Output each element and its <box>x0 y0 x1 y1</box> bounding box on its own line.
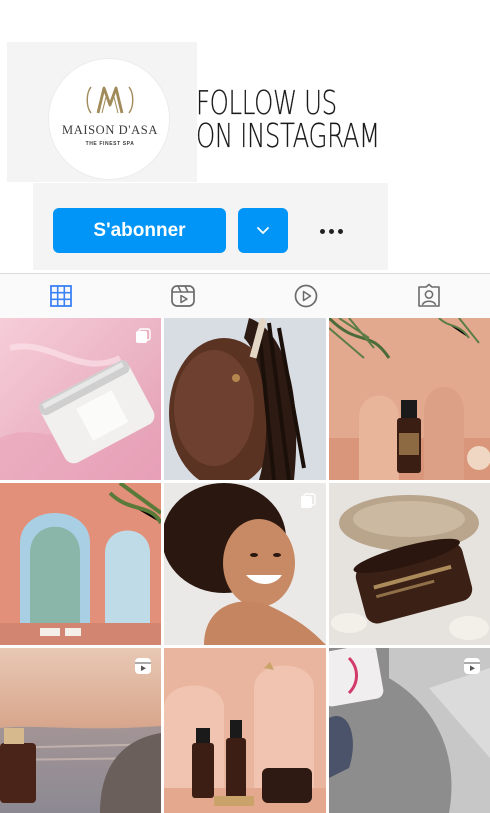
brand-tagline: THE FINEST SPA <box>85 141 135 147</box>
cream-jar-shells-photo <box>329 483 490 645</box>
more-options-dot <box>337 228 343 234</box>
tab-reels[interactable] <box>122 274 244 318</box>
brand-monogram-icon <box>49 85 171 115</box>
post-thumbnail[interactable] <box>329 318 490 480</box>
headline-line-2: ON INSTAGRAM <box>196 116 380 155</box>
suggestions-dropdown-button[interactable] <box>238 208 288 253</box>
profile-avatar[interactable]: MAISON D'ASA THE FINEST SPA <box>48 58 170 180</box>
headline: FOLLOW US ON INSTAGRAM <box>196 86 380 152</box>
follow-button[interactable]: S'abonner <box>53 208 226 253</box>
brand-name: MAISON D'ASA <box>62 123 158 137</box>
profile-tabs <box>0 273 490 319</box>
multi-post-icon <box>133 326 153 346</box>
headline-line-1: FOLLOW US <box>196 83 337 122</box>
grid-icon <box>50 285 72 307</box>
tagged-user-icon <box>418 283 440 307</box>
post-thumbnail[interactable] <box>329 648 490 813</box>
product-line-photo <box>164 648 326 813</box>
post-thumbnail[interactable] <box>0 483 161 645</box>
reels-icon <box>171 285 195 307</box>
tab-posts[interactable] <box>0 274 122 319</box>
video-play-icon <box>294 284 318 308</box>
reel-icon <box>462 656 482 676</box>
post-thumbnail[interactable] <box>164 318 326 480</box>
post-thumbnail[interactable] <box>164 483 326 645</box>
post-thumbnail[interactable] <box>164 648 326 813</box>
post-thumbnail[interactable] <box>0 648 161 813</box>
posts-grid <box>0 318 490 813</box>
reel-icon <box>133 656 153 676</box>
moorish-arches-photo <box>0 483 161 645</box>
multi-post-icon <box>298 491 318 511</box>
more-options-button[interactable] <box>310 214 352 248</box>
tab-tagged[interactable] <box>368 274 490 318</box>
post-thumbnail[interactable] <box>329 483 490 645</box>
tab-videos[interactable] <box>245 274 367 318</box>
post-thumbnail[interactable] <box>0 318 161 480</box>
chevron-down-icon <box>257 226 269 234</box>
serum-bottle-photo <box>329 318 490 480</box>
serum-portrait-photo <box>164 318 326 480</box>
more-options-dot <box>328 228 334 234</box>
more-options-icon <box>319 228 325 234</box>
